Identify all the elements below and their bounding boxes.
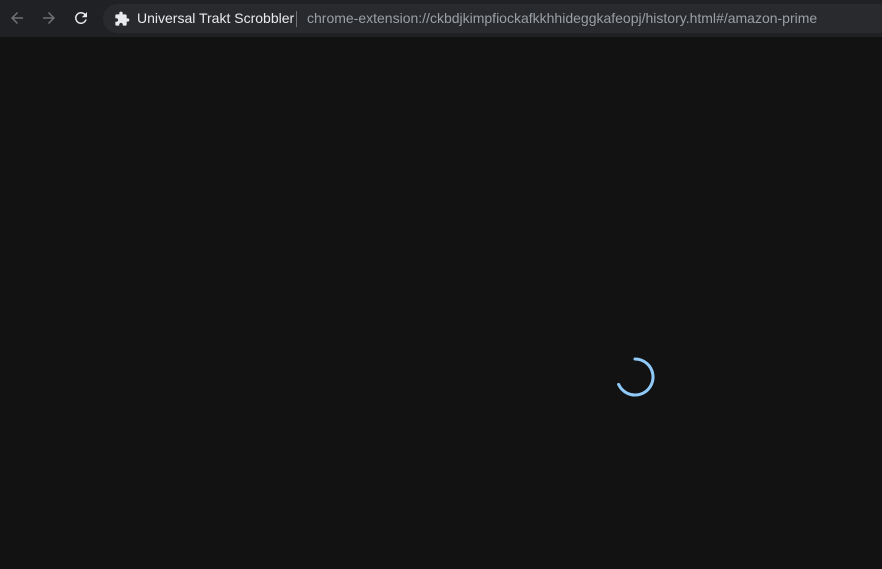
puzzle-piece-icon[interactable] xyxy=(114,11,130,27)
address-bar[interactable]: Universal Trakt Scrobbler chrome-extensi… xyxy=(103,4,882,33)
site-name-chip[interactable]: Universal Trakt Scrobbler xyxy=(137,10,294,27)
reload-icon xyxy=(74,11,87,24)
forward-button[interactable] xyxy=(36,5,62,31)
omnibox-divider xyxy=(296,11,297,27)
url-text[interactable]: chrome-extension://ckbdjkimpfiockafkkhhi… xyxy=(307,10,817,27)
back-button[interactable] xyxy=(4,5,30,31)
arrow-right-icon xyxy=(43,12,55,24)
browser-toolbar: Universal Trakt Scrobbler chrome-extensi… xyxy=(0,0,882,37)
page-content xyxy=(0,37,882,569)
reload-button[interactable] xyxy=(68,5,94,31)
spinner-icon xyxy=(617,357,655,397)
arrow-left-icon xyxy=(11,12,23,24)
loading-spinner xyxy=(614,356,656,398)
